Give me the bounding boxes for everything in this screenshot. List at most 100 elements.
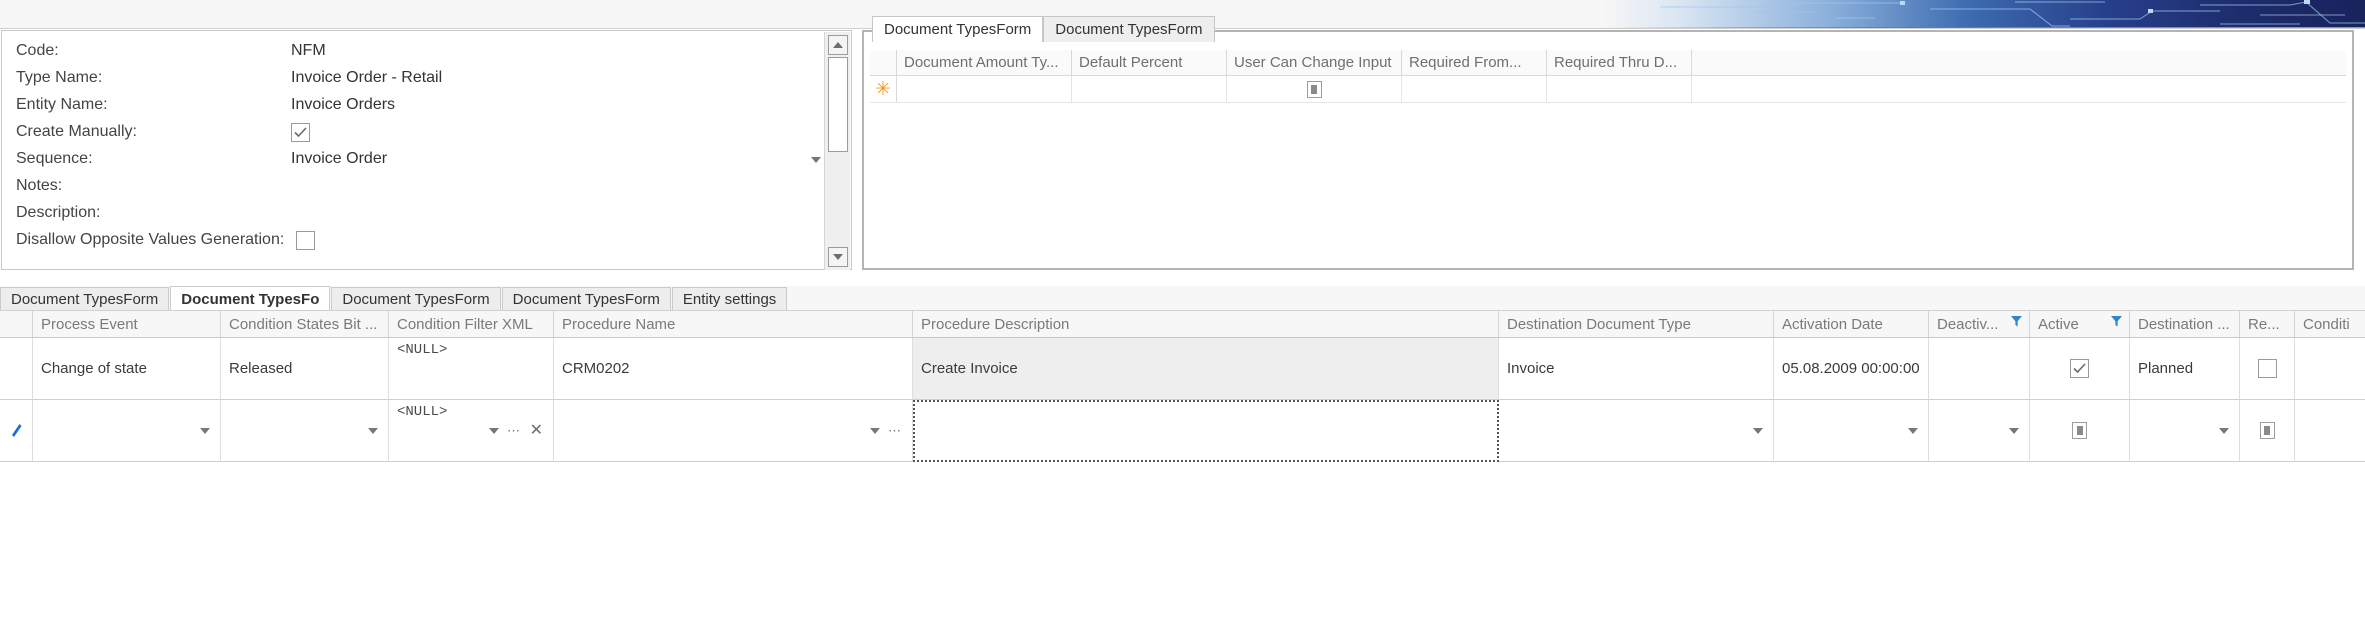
form-vertical-scrollbar[interactable] xyxy=(824,32,850,270)
disallow-opposite-checkbox[interactable] xyxy=(296,231,315,250)
right-cell-document-amount-type[interactable] xyxy=(897,76,1072,102)
cell-procedure-description[interactable]: Create Invoice xyxy=(913,338,1499,400)
destination-dropdown-caret-icon[interactable] xyxy=(2219,427,2229,434)
cell-conditi[interactable] xyxy=(2295,338,2365,400)
cell-condition-states-bit[interactable]: Released xyxy=(221,338,389,400)
right-panel-tab-2[interactable]: Document TypesForm xyxy=(1043,16,1215,42)
procedure-name-ellipsis-button[interactable]: ⋯ xyxy=(888,424,902,437)
tab-document-types-form-2[interactable]: Document TypesFo xyxy=(170,286,331,311)
scroll-up-button[interactable] xyxy=(828,35,848,55)
tab-3-label: Document TypesForm xyxy=(342,291,490,308)
grid-col-condition-filter-xml[interactable]: Condition Filter XML xyxy=(389,311,554,337)
scrollbar-thumb[interactable] xyxy=(828,57,848,152)
right-col-default-percent[interactable]: Default Percent xyxy=(1072,50,1227,75)
right-grid-header-row: Document Amount Ty... Default Percent Us… xyxy=(870,50,2346,76)
edit-cell-condition-filter-xml[interactable]: <NULL> ⋯ ✕ xyxy=(389,400,554,462)
label-type-name: Type Name: xyxy=(16,69,103,86)
right-cell-required-thru[interactable] xyxy=(1547,76,1692,102)
edit-cell-re[interactable] xyxy=(2240,400,2295,462)
grid-col-process-event[interactable]: Process Event xyxy=(33,311,221,337)
activation-date-dropdown-caret-icon[interactable] xyxy=(1908,427,1918,434)
edit-cell-deactivation-date[interactable] xyxy=(1929,400,2030,462)
grid-col-destination[interactable]: Destination ... xyxy=(2130,311,2240,337)
edit-row-indicator xyxy=(0,400,33,462)
cell-deactivation-date[interactable] xyxy=(1929,338,2030,400)
condition-filter-ellipsis-button[interactable]: ⋯ xyxy=(507,424,521,437)
filter-icon-deactivation[interactable] xyxy=(2010,315,2023,332)
procedure-name-dropdown-caret-icon[interactable] xyxy=(870,427,880,434)
deactivation-date-dropdown-caret-icon[interactable] xyxy=(2009,427,2019,434)
edit-cell-active[interactable] xyxy=(2030,400,2130,462)
tab-entity-settings[interactable]: Entity settings xyxy=(671,287,788,311)
cell-re[interactable] xyxy=(2240,338,2295,400)
cell-destination[interactable]: Planned xyxy=(2130,338,2240,400)
edit-cell-activation-date[interactable] xyxy=(1774,400,1929,462)
edit-cell-condition-states-bit[interactable] xyxy=(221,400,389,462)
tab-document-types-form-3[interactable]: Document TypesForm xyxy=(331,287,501,311)
arrow-up-icon xyxy=(833,42,843,48)
grid-col-deactivation-date[interactable]: Deactiv... xyxy=(1929,311,2030,337)
right-panel-tab-1[interactable]: Document TypesForm xyxy=(872,16,1044,42)
value-entity-name[interactable]: Invoice Orders xyxy=(291,96,395,114)
condition-states-dropdown-caret-icon[interactable] xyxy=(368,427,378,434)
right-col-user-can-change-input[interactable]: User Can Change Input xyxy=(1227,50,1402,75)
cell-procedure-name[interactable]: CRM0202 xyxy=(554,338,913,400)
tab-1-label: Document TypesForm xyxy=(11,291,159,308)
re-editor-button[interactable] xyxy=(2259,422,2275,439)
edit-cell-conditi[interactable] xyxy=(2295,400,2365,462)
filter-icon-active[interactable] xyxy=(2110,315,2123,332)
grid-col-active[interactable]: Active xyxy=(2030,311,2130,337)
edit-cell-procedure-description[interactable] xyxy=(913,400,1499,462)
cell-condition-filter-xml[interactable]: <NULL> xyxy=(389,338,554,400)
application-window: Code: NFM Type Name: Invoice Order - Ret… xyxy=(0,0,2365,628)
table-row-editing[interactable]: <NULL> ⋯ ✕ ⋯ xyxy=(0,400,2365,462)
re-checkbox[interactable] xyxy=(2257,359,2277,378)
document-amount-types-grid: Document Amount Ty... Default Percent Us… xyxy=(870,50,2346,103)
cell-active[interactable] xyxy=(2030,338,2130,400)
right-cell-default-percent[interactable] xyxy=(1072,76,1227,102)
label-disallow-opposite: Disallow Opposite Values Generation: xyxy=(16,231,285,248)
decorative-circuit-banner xyxy=(1600,0,2365,28)
cell-process-event[interactable]: Change of state xyxy=(33,338,221,400)
right-col-document-amount-type[interactable]: Document Amount Ty... xyxy=(897,50,1072,75)
right-cell-user-can-change-input[interactable] xyxy=(1227,76,1402,102)
right-col-required-thru[interactable]: Required Thru D... xyxy=(1547,50,1692,75)
grid-col-conditi[interactable]: Conditi xyxy=(2295,311,2365,337)
condition-filter-dropdown-caret-icon[interactable] xyxy=(489,427,499,434)
grid-col-destination-document-type[interactable]: Destination Document Type xyxy=(1499,311,1774,337)
grid-col-re[interactable]: Re... xyxy=(2240,311,2295,337)
edit-cell-procedure-name[interactable]: ⋯ xyxy=(554,400,913,462)
grid-col-activation-date[interactable]: Activation Date xyxy=(1774,311,1929,337)
label-description: Description: xyxy=(16,204,101,221)
user-can-change-input-button[interactable] xyxy=(1306,80,1322,98)
tab-document-types-form-1[interactable]: Document TypesForm xyxy=(0,287,170,311)
value-code[interactable]: NFM xyxy=(291,42,326,60)
grid-col-procedure-description[interactable]: Procedure Description xyxy=(913,311,1499,337)
right-col-filler xyxy=(1692,50,2346,75)
destination-doc-type-dropdown-caret-icon[interactable] xyxy=(1753,427,1763,434)
value-sequence[interactable]: Invoice Order xyxy=(291,150,387,168)
scroll-down-button[interactable] xyxy=(828,247,848,267)
table-row[interactable]: Change of state Released <NULL> CRM0202 … xyxy=(0,338,2365,400)
active-editor-button[interactable] xyxy=(2072,422,2087,439)
active-checkbox[interactable] xyxy=(2070,359,2089,378)
edit-cell-process-event[interactable] xyxy=(33,400,221,462)
grid-header-row: Process Event Condition States Bit ... C… xyxy=(0,311,2365,338)
value-type-name[interactable]: Invoice Order - Retail xyxy=(291,69,442,87)
edit-cell-destination-document-type[interactable] xyxy=(1499,400,1774,462)
condition-filter-clear-icon[interactable]: ✕ xyxy=(530,422,543,439)
document-amount-types-panel: Document TypesForm Document TypesForm Do… xyxy=(862,16,2354,270)
grid-col-procedure-name[interactable]: Procedure Name xyxy=(554,311,913,337)
right-grid-new-row[interactable]: ✳ xyxy=(870,76,2346,103)
tab-document-types-form-4[interactable]: Document TypesForm xyxy=(501,287,671,311)
cell-activation-date[interactable]: 05.08.2009 00:00:00 xyxy=(1774,338,1929,400)
grid-col-condition-states-bit[interactable]: Condition States Bit ... xyxy=(221,311,389,337)
edit-cell-destination[interactable] xyxy=(2130,400,2240,462)
process-event-dropdown-caret-icon[interactable] xyxy=(200,427,210,434)
sequence-dropdown-caret-icon[interactable] xyxy=(811,157,821,163)
cell-destination-document-type[interactable]: Invoice xyxy=(1499,338,1774,400)
right-panel-tab-2-label: Document TypesForm xyxy=(1055,21,1203,38)
right-cell-required-from[interactable] xyxy=(1402,76,1547,102)
right-col-required-from[interactable]: Required From... xyxy=(1402,50,1547,75)
create-manually-checkbox[interactable] xyxy=(291,123,310,142)
